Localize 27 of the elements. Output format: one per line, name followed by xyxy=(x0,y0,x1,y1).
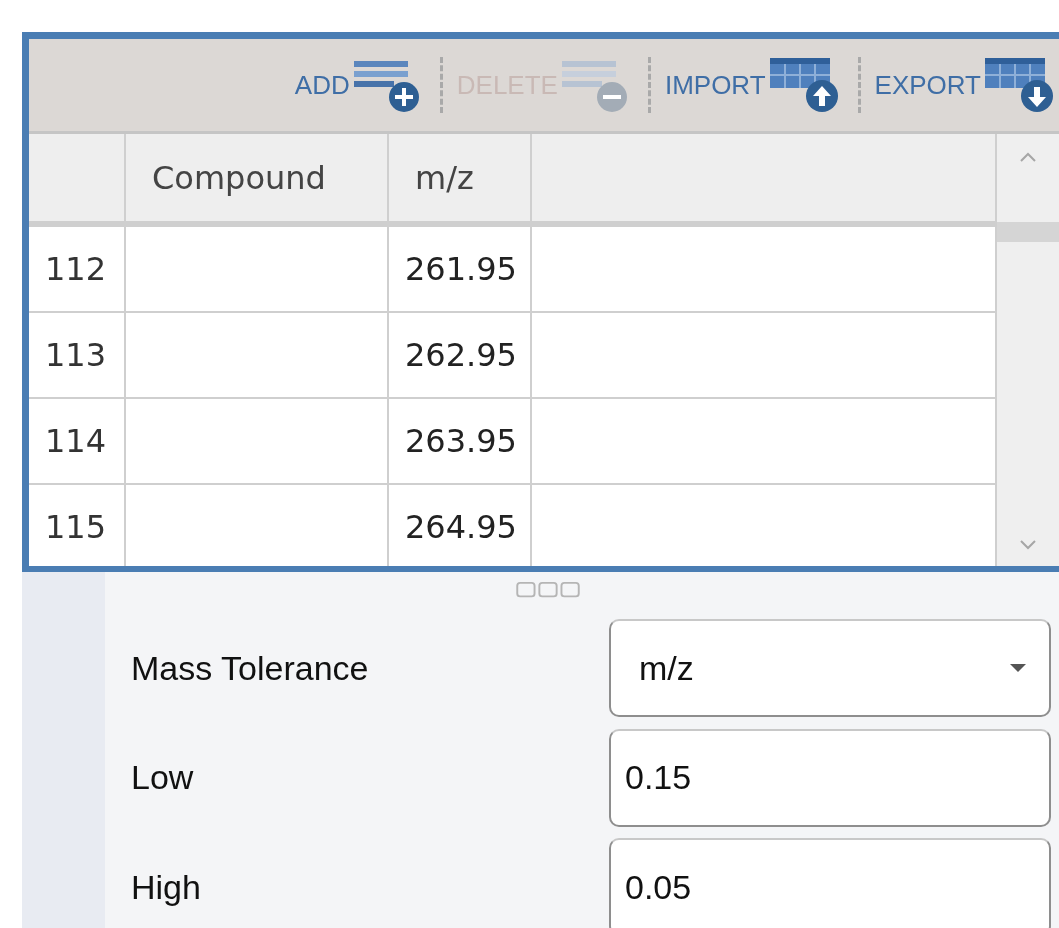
dropdown-arrow-icon xyxy=(1009,663,1027,673)
table-download-icon xyxy=(983,56,1055,114)
table-cell: 261.95 xyxy=(387,227,530,311)
row-number: 112 xyxy=(43,249,107,290)
scrollbar[interactable] xyxy=(997,134,1059,566)
dropdown[interactable]: m/z xyxy=(609,619,1051,717)
scroll-up-icon[interactable] xyxy=(1018,150,1038,164)
input-field[interactable]: 0.05 xyxy=(609,838,1051,928)
scroll-down-icon[interactable] xyxy=(1018,538,1038,552)
resize-grip-icon[interactable] xyxy=(513,580,583,600)
column-header[interactable]: Compound xyxy=(124,134,387,221)
row-number: 115 xyxy=(43,507,107,548)
field-label: Low xyxy=(130,758,194,798)
input-field[interactable]: 0.15 xyxy=(609,728,1051,827)
import-button[interactable]: IMPORT xyxy=(664,56,840,114)
row-number: 114 xyxy=(43,421,107,462)
export-button[interactable]: EXPORT xyxy=(874,56,1055,114)
table-cell: 262.95 xyxy=(387,313,530,397)
column-header[interactable]: m/z xyxy=(387,134,530,221)
row-number: 113 xyxy=(43,335,107,376)
table-cell: 263.95 xyxy=(387,399,530,483)
table-cell: 264.95 xyxy=(387,485,530,566)
table-upload-icon xyxy=(767,56,840,114)
field-label: Mass Tolerance xyxy=(130,648,369,688)
field-label: High xyxy=(130,867,201,907)
scrollbar-thumb[interactable] xyxy=(997,222,1059,242)
add-button[interactable]: ADD xyxy=(294,57,422,113)
